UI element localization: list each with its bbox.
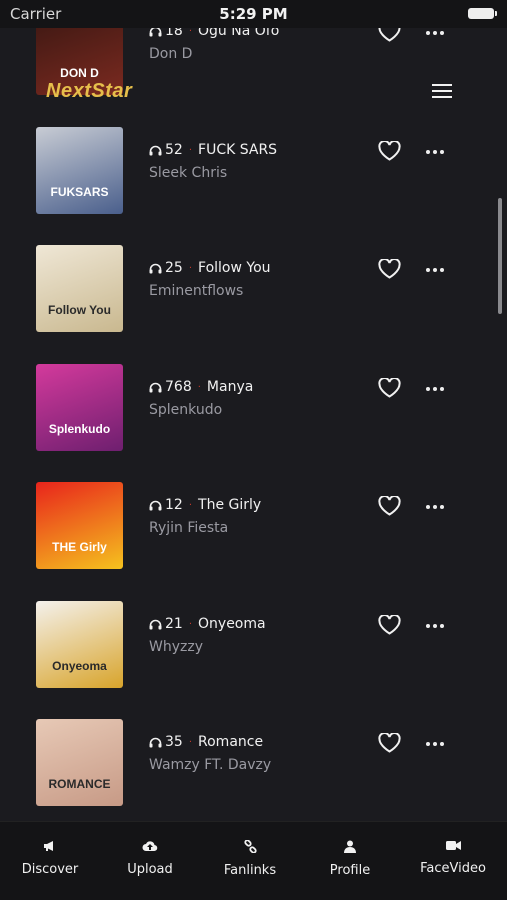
- album-art[interactable]: Splenkudo: [36, 364, 123, 451]
- more-options-icon[interactable]: [426, 31, 446, 37]
- headphones-icon: [149, 500, 162, 510]
- track-title[interactable]: The Girly: [198, 497, 261, 513]
- more-options-icon[interactable]: [426, 505, 446, 511]
- track-artist[interactable]: Sleek Chris: [149, 165, 277, 181]
- clock: 5:29 PM: [219, 5, 288, 23]
- album-art-text: ROMANCE: [48, 777, 111, 791]
- album-art[interactable]: FUKSARS: [36, 127, 123, 214]
- headphones-icon: [149, 619, 162, 629]
- album-art-text: Onyeoma: [52, 659, 107, 673]
- tab-facevideo[interactable]: FaceVideo: [403, 840, 503, 876]
- play-count: 768: [165, 379, 192, 395]
- play-count: 35: [165, 734, 183, 750]
- track-artist[interactable]: Don D: [149, 46, 279, 62]
- scrollbar[interactable]: [498, 198, 502, 314]
- track-info: 12 · The Girly Ryjin Fiesta: [149, 497, 261, 536]
- link-icon: [243, 840, 257, 853]
- track-artist[interactable]: Wamzy FT. Davzy: [149, 757, 271, 773]
- more-options-icon[interactable]: [426, 624, 446, 630]
- more-options-icon[interactable]: [426, 742, 446, 748]
- more-options-icon[interactable]: [426, 387, 446, 393]
- separator-dot: ·: [188, 144, 193, 156]
- track-artist[interactable]: Ryjin Fiesta: [149, 520, 261, 536]
- separator-dot: ·: [197, 381, 201, 393]
- track-title[interactable]: Manya: [207, 379, 253, 395]
- track-row[interactable]: THE Girly 12 · The Girly Ryjin Fiesta: [0, 474, 507, 574]
- headphones-icon: [149, 263, 162, 273]
- track-title[interactable]: FUCK SARS: [198, 142, 277, 158]
- track-artist[interactable]: Eminentflows: [149, 283, 271, 299]
- user-icon: [344, 840, 356, 853]
- tab-fanlinks[interactable]: Fanlinks: [200, 840, 300, 878]
- album-art-text: THE Girly: [52, 540, 107, 554]
- headphones-icon: [149, 145, 162, 155]
- cloud-upload-icon: [142, 841, 158, 852]
- heart-icon[interactable]: [378, 378, 401, 398]
- megaphone-icon: [44, 841, 53, 851]
- tab-upload[interactable]: Upload: [100, 840, 200, 877]
- album-art[interactable]: ROMANCE: [36, 719, 123, 806]
- track-info: 25 · Follow You Eminentflows: [149, 260, 271, 299]
- play-count: 25: [165, 260, 183, 276]
- track-info: 35 · Romance Wamzy FT. Davzy: [149, 734, 271, 773]
- tab-label: Discover: [21, 862, 79, 877]
- separator-dot: ·: [188, 618, 193, 630]
- heart-icon[interactable]: [378, 496, 401, 516]
- album-art[interactable]: Onyeoma: [36, 601, 123, 688]
- track-row[interactable]: ROMANCE 35 · Romance Wamzy FT. Davzy: [0, 711, 507, 811]
- separator-dot: ·: [188, 499, 193, 511]
- tab-label: Upload: [127, 862, 173, 877]
- play-count: 12: [165, 497, 183, 513]
- tab-discover[interactable]: Discover: [0, 840, 100, 877]
- app-logo[interactable]: NextStar: [46, 80, 132, 103]
- track-title[interactable]: Romance: [198, 734, 263, 750]
- track-info: 18 · Ogu Na Ofo Don D: [149, 23, 279, 62]
- more-options-icon[interactable]: [426, 150, 446, 156]
- track-artist[interactable]: Splenkudo: [149, 402, 253, 418]
- battery-icon: [468, 8, 497, 19]
- album-art-text: FUKSARS: [50, 185, 109, 199]
- track-title[interactable]: Follow You: [198, 260, 271, 276]
- headphones-icon: [149, 737, 162, 747]
- headphones-icon: [149, 382, 162, 392]
- heart-icon[interactable]: [378, 615, 401, 635]
- tab-label: FaceVideo: [420, 861, 486, 876]
- tab-label: Fanlinks: [223, 863, 277, 878]
- album-art-text: DON D: [60, 66, 99, 80]
- play-count: 52: [165, 142, 183, 158]
- track-info: 52 · FUCK SARS Sleek Chris: [149, 142, 277, 181]
- track-artist[interactable]: Whyzzy: [149, 639, 266, 655]
- track-row[interactable]: Onyeoma 21 · Onyeoma Whyzzy: [0, 593, 507, 693]
- video-camera-icon: [445, 841, 461, 850]
- bottom-tab-bar: Discover Upload Fanlinks Profile FaceVid…: [0, 821, 507, 900]
- status-bar: Carrier 5:29 PM: [0, 0, 507, 28]
- track-info: 21 · Onyeoma Whyzzy: [149, 616, 266, 655]
- more-options-icon[interactable]: [426, 268, 446, 274]
- play-count: 21: [165, 616, 183, 632]
- track-title[interactable]: Onyeoma: [198, 616, 266, 632]
- separator-dot: ·: [188, 262, 193, 274]
- track-info: 768 · Manya Splenkudo: [149, 379, 253, 418]
- album-art[interactable]: THE Girly: [36, 482, 123, 569]
- heart-icon[interactable]: [378, 259, 401, 279]
- album-art-text: Splenkudo: [48, 422, 111, 436]
- separator-dot: ·: [188, 736, 193, 748]
- tab-profile[interactable]: Profile: [300, 840, 400, 878]
- menu-icon[interactable]: [432, 84, 452, 98]
- track-row[interactable]: Splenkudo 768 · Manya Splenkudo: [0, 356, 507, 456]
- album-art[interactable]: Follow You: [36, 245, 123, 332]
- heart-icon[interactable]: [378, 733, 401, 753]
- track-row[interactable]: Follow You 25 · Follow You Eminentflows: [0, 237, 507, 337]
- heart-icon[interactable]: [378, 141, 401, 161]
- tab-label: Profile: [329, 863, 371, 878]
- track-row[interactable]: FUKSARS 52 · FUCK SARS Sleek Chris: [0, 119, 507, 219]
- album-art-text: Follow You: [48, 303, 111, 317]
